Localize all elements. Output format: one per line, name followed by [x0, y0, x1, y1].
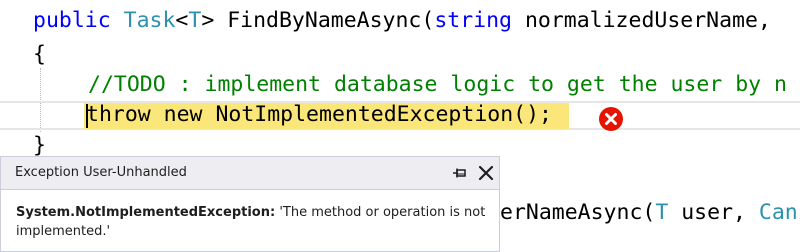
exception-popup[interactable]: Exception User-Unhandled System.NotImple… — [0, 156, 500, 252]
exception-type: System.NotImplementedException: — [16, 205, 276, 220]
type-cancellation-fragment: Can — [758, 200, 798, 225]
exception-message: System.NotImplementedException: 'The met… — [16, 203, 486, 241]
text-caret — [86, 104, 88, 128]
code-line-method-signature: public Task<T> FindByNameAsync(string no… — [33, 6, 771, 36]
parameter-name: user, — [668, 200, 759, 225]
type-task: Task — [123, 8, 176, 33]
code-line-comment: //TODO : implement database logic to get… — [88, 72, 787, 97]
code-line-next-method: erNameAsync(T user, Can — [500, 198, 798, 228]
code-editor[interactable]: public Task<T> FindByNameAsync(string no… — [0, 0, 800, 252]
type-t: T — [188, 8, 202, 33]
generic-close: > — [201, 8, 215, 33]
code-line-throw-statement[interactable]: throw new NotImplementedException(); — [86, 100, 552, 130]
pin-icon[interactable] — [451, 165, 469, 181]
close-icon[interactable] — [477, 164, 495, 182]
method-name-fragment: erNameAsync( — [500, 200, 656, 225]
generic-open: < — [175, 8, 189, 33]
keyword-public: public — [33, 8, 111, 33]
type-t: T — [655, 200, 669, 225]
error-icon[interactable] — [598, 106, 624, 132]
exception-popup-title: Exception User-Unhandled — [15, 165, 187, 180]
code-line-brace-open: { — [33, 42, 46, 67]
parameter-name: normalizedUserName, — [512, 8, 771, 33]
exception-popup-header: Exception User-Unhandled — [1, 157, 499, 190]
method-name: FindByNameAsync( — [214, 8, 435, 33]
keyword-string: string — [434, 8, 512, 33]
